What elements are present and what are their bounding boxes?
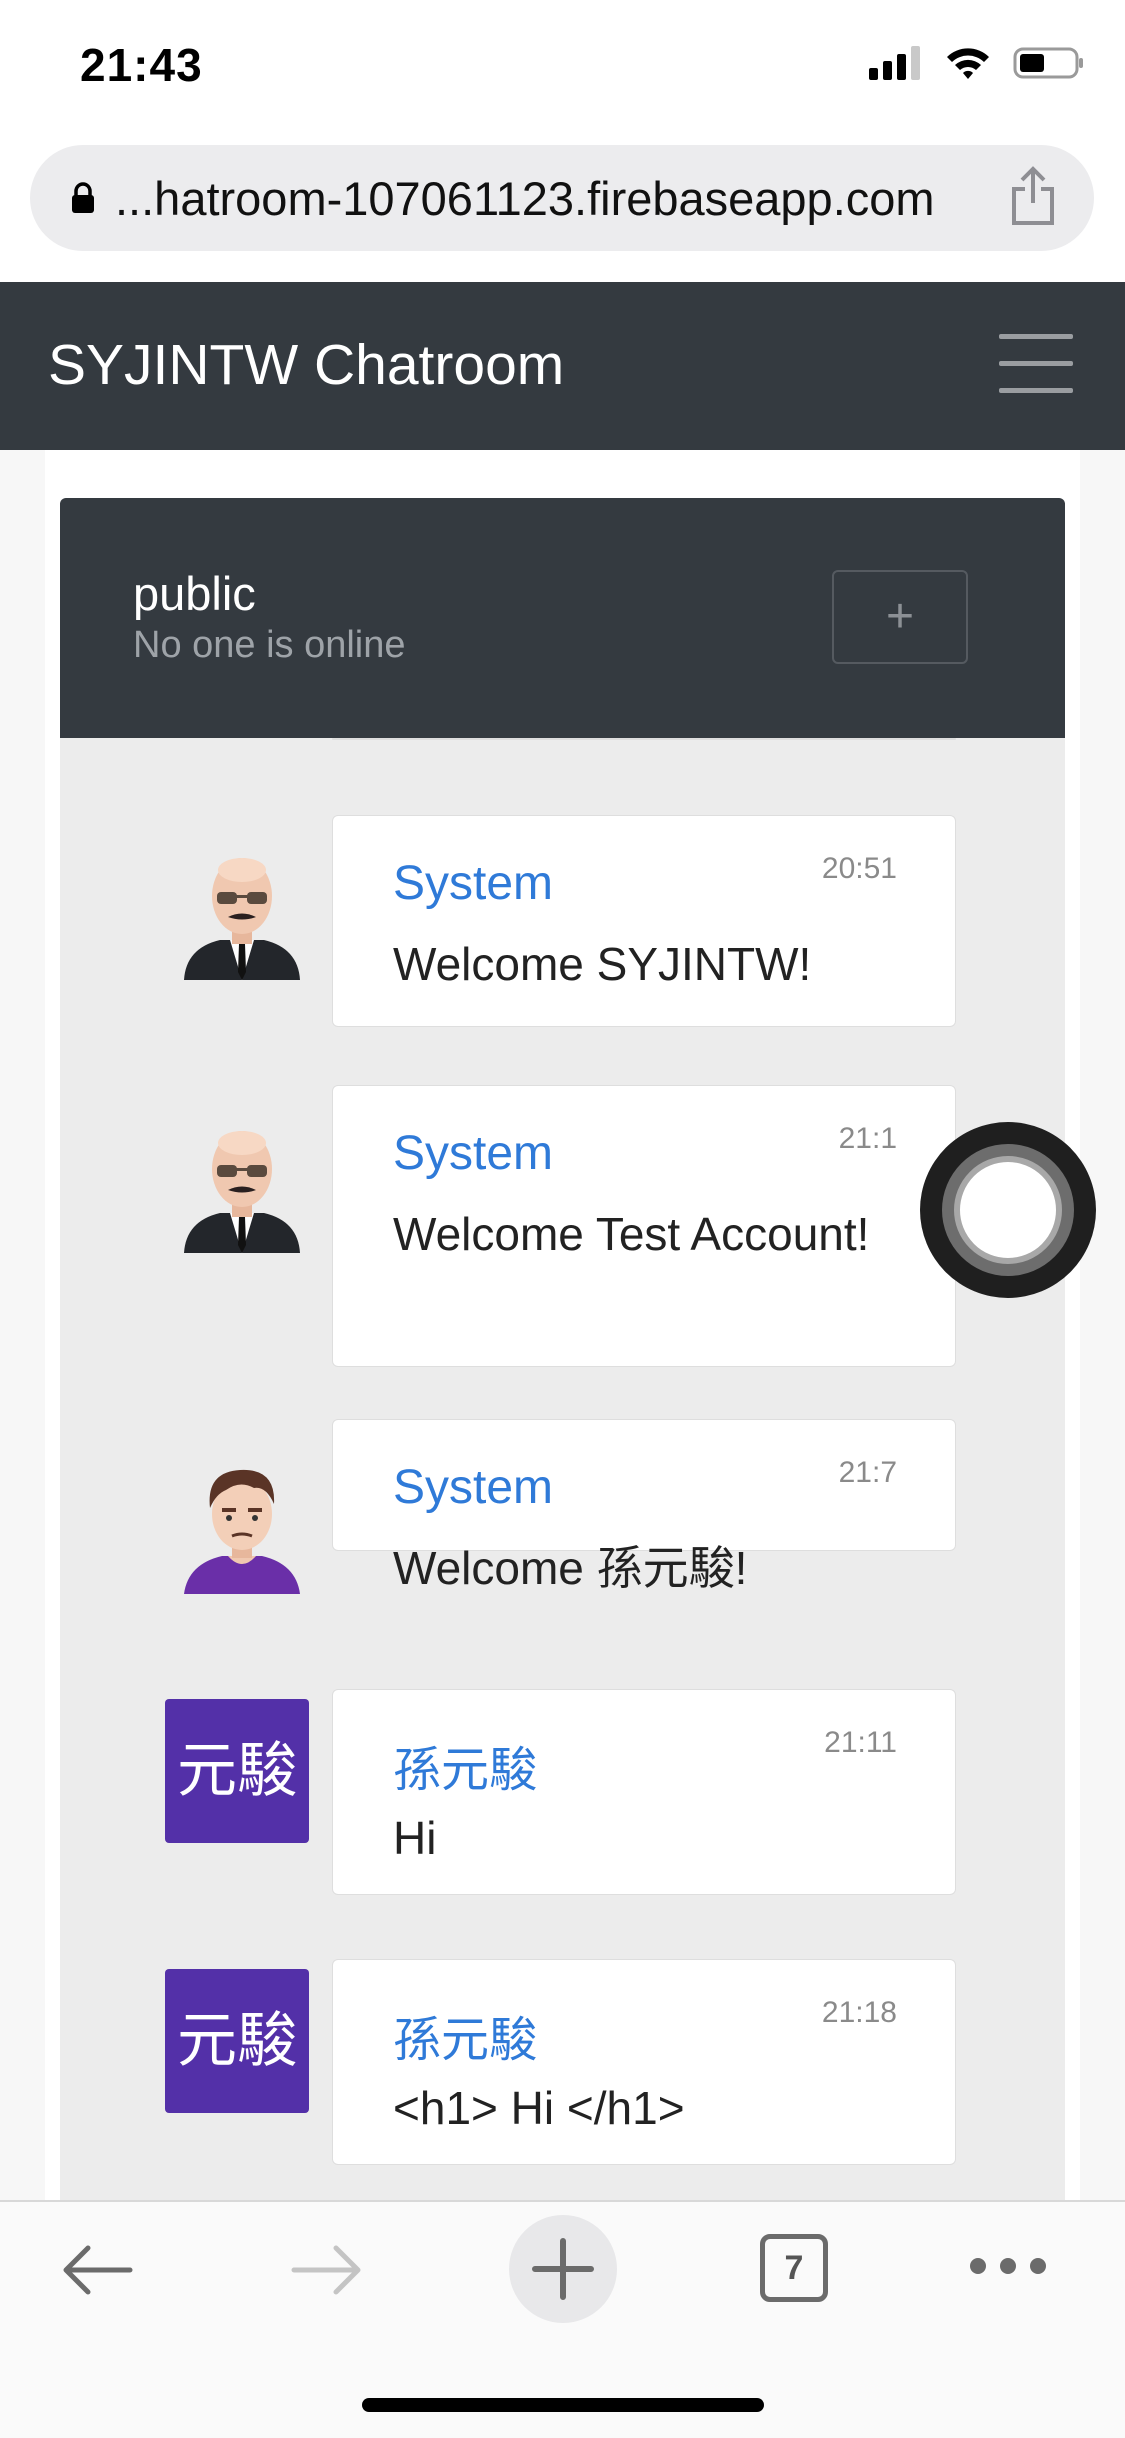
hamburger-menu-icon[interactable] [999, 332, 1073, 396]
message-time: 21:18 [821, 1996, 897, 2029]
tab-switcher-icon[interactable]: 7 [760, 2234, 828, 2302]
share-icon[interactable] [1008, 165, 1058, 227]
add-member-button[interactable]: + [832, 570, 968, 664]
bald-man-avatar-icon [184, 858, 300, 980]
bald-man-avatar-icon [184, 1131, 300, 1253]
room-online-status: No one is online [133, 624, 406, 666]
user-text-avatar: 元駿 [165, 1699, 309, 1843]
message-sender[interactable]: 孫元駿 [393, 1730, 537, 1800]
message-sender[interactable]: 孫元駿 [393, 2000, 537, 2070]
message-sender[interactable]: System [393, 856, 553, 911]
message-sender[interactable]: System [393, 1460, 553, 1515]
assistive-touch-button[interactable] [920, 1122, 1096, 1298]
brown-hair-man-avatar-icon [184, 1469, 300, 1594]
message-list[interactable]: System 20:51 Welcome SYJINTW! System 21:… [60, 738, 1065, 2200]
new-tab-plus-icon[interactable] [508, 2214, 618, 2324]
room-header: public No one is online + [60, 498, 1065, 738]
message-text: Welcome SYJINTW! [393, 938, 812, 990]
message-time: 21:11 [824, 1726, 897, 1759]
url-text[interactable]: ...hatroom-107061123.firebaseapp.com [115, 171, 935, 226]
message-text: Hi [393, 1812, 437, 1864]
message-card: System 21:7 Welcome 孫元駿! [332, 1419, 956, 1594]
message-time: 21:1 [838, 1122, 897, 1155]
url-bar[interactable]: ...hatroom-107061123.firebaseapp.com [30, 145, 1094, 251]
message-card: System 20:51 Welcome SYJINTW! [332, 815, 956, 1027]
cellular-signal-icon [869, 46, 920, 80]
back-arrow-icon[interactable] [58, 2240, 134, 2300]
message-text: Welcome Test Account! [393, 1208, 870, 1260]
room-name: public [133, 567, 256, 620]
more-options-icon[interactable] [966, 2254, 1050, 2278]
wifi-icon [947, 48, 989, 79]
message-text: <h1> Hi </h1> [393, 2082, 685, 2134]
status-icons [869, 46, 1085, 80]
home-indicator [362, 2398, 764, 2412]
message-sender[interactable]: System [393, 1126, 553, 1181]
forward-arrow-icon[interactable] [290, 2240, 366, 2300]
battery-icon [1013, 47, 1083, 79]
message-card: 孫元駿 21:18 <h1> Hi </h1> [332, 1959, 956, 2165]
status-time: 21:43 [80, 39, 203, 91]
status-bar: 21:43 [0, 0, 1125, 140]
message-time: 20:51 [821, 852, 897, 885]
navbar-brand[interactable]: SYJINTW Chatroom [48, 332, 564, 398]
message-card: 孫元駿 21:11 Hi [332, 1689, 956, 1895]
message-time: 21:7 [838, 1456, 897, 1489]
user-text-avatar: 元駿 [165, 1969, 309, 2113]
message-card: System 21:1 Welcome Test Account! [332, 1085, 956, 1367]
navbar: SYJINTW Chatroom [0, 282, 1125, 450]
lock-icon [72, 182, 94, 213]
message-text: Welcome 孫元駿! [393, 1542, 748, 1594]
